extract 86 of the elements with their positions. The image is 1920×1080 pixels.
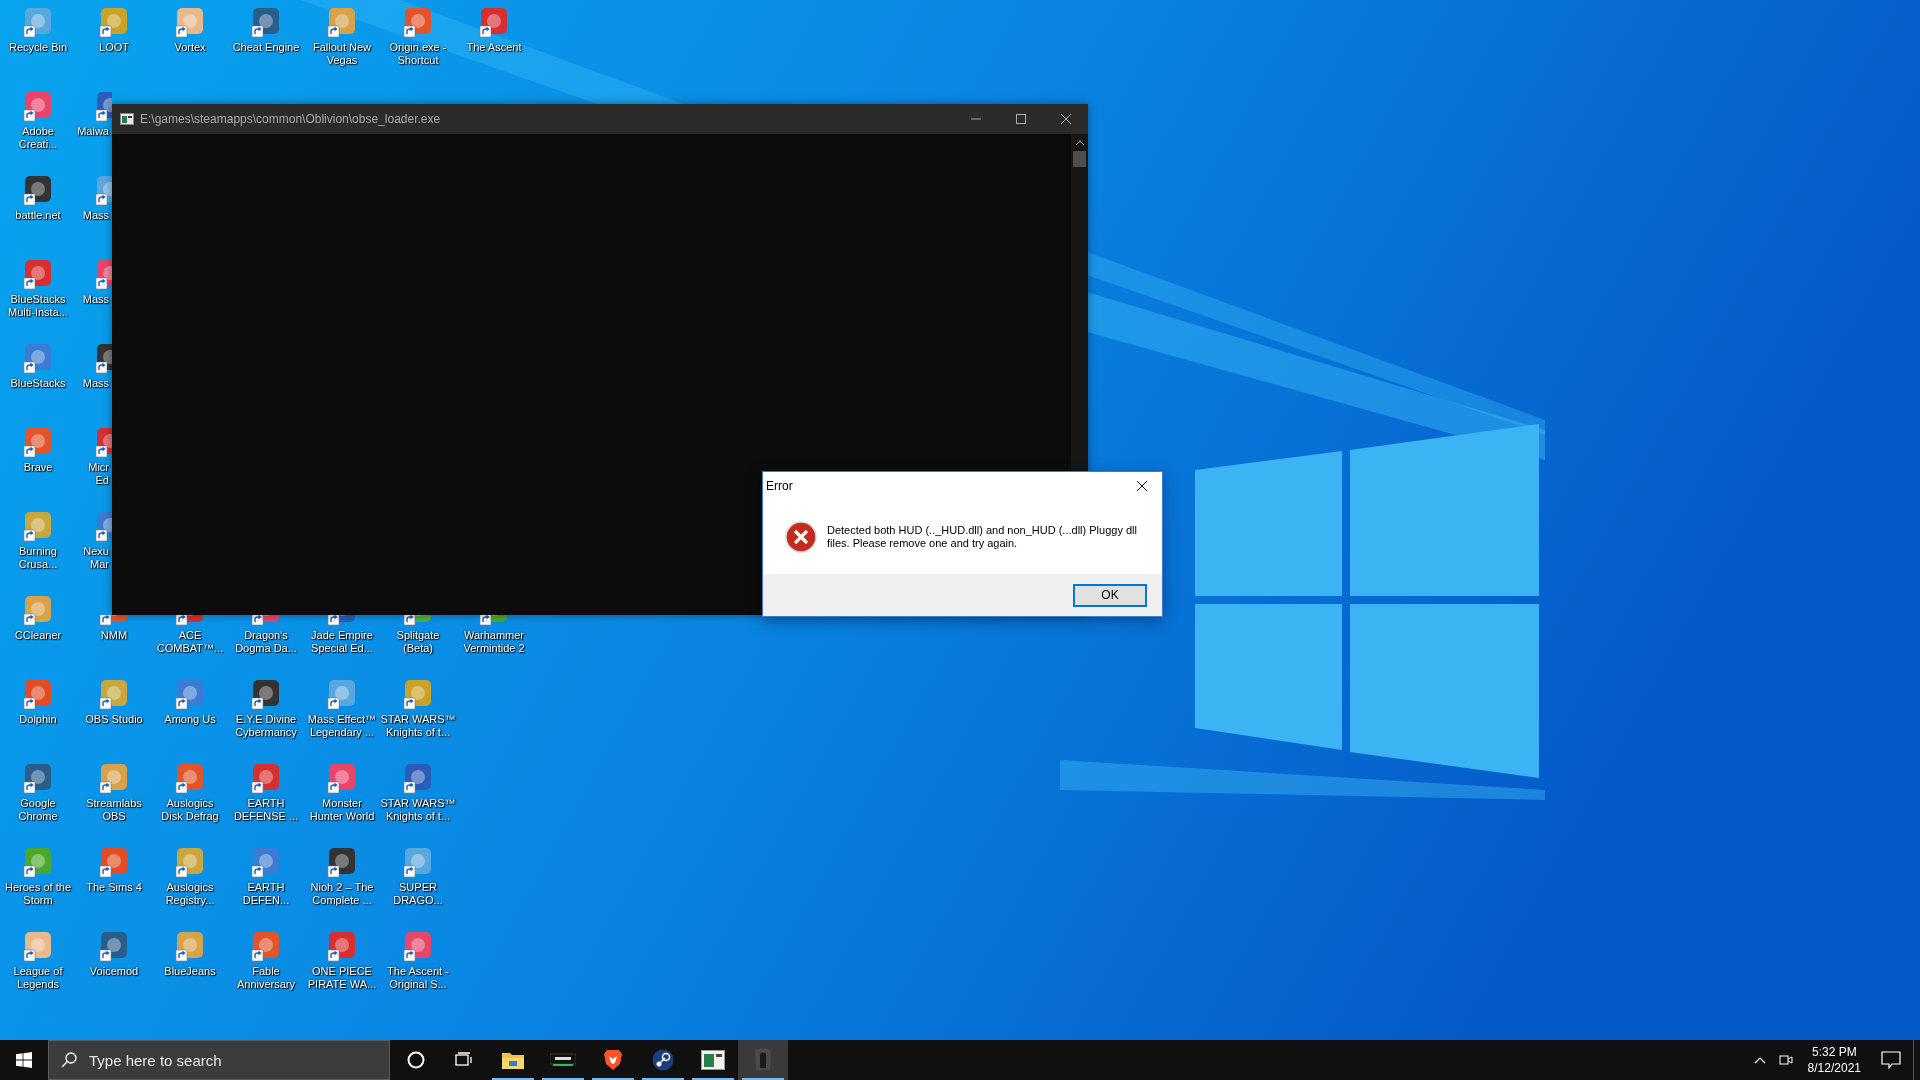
icon-label[interactable]: The Ascent [466, 41, 522, 54]
steam-icon [652, 1049, 674, 1071]
icon-label[interactable]: Among Us [164, 713, 216, 726]
icon-label[interactable]: STAR WARS™ Knights of t... [380, 713, 456, 739]
app-icon[interactable] [250, 678, 282, 710]
console-icon [120, 113, 134, 125]
icon-label[interactable]: Fable Anniversary [236, 965, 296, 991]
clock[interactable]: 5:32 PM 8/12/2021 [1799, 1040, 1869, 1080]
icon-label[interactable]: Brave [23, 461, 53, 474]
icon-label[interactable]: Nexu Mar [76, 545, 109, 571]
scroll-thumb[interactable] [1073, 151, 1086, 167]
maximize-icon [1015, 114, 1026, 124]
icon-label[interactable]: Mass [76, 209, 109, 222]
icon-label[interactable]: Origin.exe - Shortcut [389, 41, 447, 67]
app-icon[interactable] [94, 90, 112, 122]
icon-label[interactable]: Mass [76, 377, 109, 390]
folder-icon [501, 1050, 525, 1070]
app-icon [550, 1051, 576, 1069]
dialog-title: Error [766, 479, 794, 493]
window-title: E:\games\steamapps\common\Oblivion\obse_loader.exe [140, 112, 442, 126]
icon-label[interactable]: The Ascent - Original S... [387, 965, 449, 991]
icon-label[interactable]: EARTH DEFENSE ... [233, 797, 299, 823]
close-icon [1060, 114, 1071, 124]
clock-time: 5:32 PM [1811, 1045, 1857, 1059]
icon-label[interactable]: The Sims 4 [86, 881, 142, 894]
icon-label[interactable]: Voicemod [89, 965, 139, 978]
clock-date: 8/12/2021 [1807, 1061, 1861, 1075]
scroll-up-icon[interactable] [1075, 140, 1084, 145]
app-icon[interactable] [94, 342, 112, 374]
task-view-icon [455, 1052, 473, 1068]
icon-label[interactable]: Micr Ed [76, 461, 109, 487]
icon-label[interactable]: OBS Studio [85, 713, 143, 726]
error-message: Detected both HUD (.._HUD.dll) and non_HUD (...dll) Pluggy dll files. Please remove one and try again. [827, 524, 1138, 550]
icon-label[interactable]: NMM [100, 629, 128, 642]
icon-label[interactable]: Malwa [76, 125, 109, 138]
app-icon[interactable] [94, 426, 112, 458]
icon-label[interactable]: Mass [76, 293, 109, 306]
icon-label[interactable]: Vortex [174, 41, 206, 54]
icon-label[interactable]: Dolphin [19, 713, 57, 726]
icon-label[interactable]: Auslogics Registry... [165, 881, 215, 907]
icon-label[interactable]: Monster Hunter World [309, 797, 375, 823]
icon-label[interactable]: League of Legends [13, 965, 63, 991]
icon-label[interactable]: Mass Effect™ Legendary ... [307, 713, 377, 739]
icon-label[interactable]: Cheat Engine [232, 41, 300, 54]
icon-label[interactable]: Splitgate (Beta) [396, 629, 440, 655]
lion-icon [603, 1049, 623, 1071]
window-icon [701, 1050, 725, 1070]
search-field[interactable]: Type here to search [48, 1040, 390, 1080]
icon-label[interactable]: Fallout New Vegas [312, 41, 372, 67]
gate-icon [753, 1048, 773, 1072]
app-icon[interactable] [98, 930, 130, 962]
circle-icon [407, 1051, 425, 1069]
icon-label[interactable]: Google Chrome [18, 797, 58, 823]
icon-label[interactable]: CCleaner [14, 629, 62, 642]
icon-label[interactable]: Streamlabs OBS [86, 797, 142, 823]
icon-label[interactable]: BlueStacks [10, 377, 66, 390]
taskbar-app-button[interactable] [738, 1040, 788, 1080]
app-icon[interactable] [402, 762, 434, 794]
icon-label[interactable]: battle.net [15, 209, 61, 222]
icon-label[interactable]: LOOT [99, 41, 129, 54]
icon-label[interactable]: Burning Crusa... [18, 545, 58, 571]
windows-logo-icon [16, 1052, 32, 1068]
icon-label[interactable]: Heroes of the Storm [4, 881, 71, 907]
ok-button[interactable]: OK [1073, 583, 1147, 607]
icon-label[interactable]: BlueStacks Multi-Insta... [8, 293, 68, 319]
icon-label[interactable]: Nioh 2 – The Complete ... [310, 881, 374, 907]
app-icon[interactable] [22, 174, 54, 206]
icon-label[interactable]: ACE COMBAT™... [156, 629, 224, 655]
close-icon [1137, 481, 1147, 491]
icon-label[interactable]: Jade Empire Special Ed... [311, 629, 373, 655]
icon-label[interactable]: Recycle Bin [8, 41, 68, 54]
icon-label[interactable]: E.Y.E Divine Cybermancy [235, 713, 297, 739]
icon-label[interactable]: Auslogics Disk Defrag [161, 797, 219, 823]
icon-label[interactable]: ONE PIECE PIRATE WA... [307, 965, 377, 991]
app-icon[interactable] [250, 6, 282, 38]
icon-label[interactable]: STAR WARS™ Knights of t... [380, 797, 456, 823]
app-icon[interactable] [326, 846, 358, 878]
icon-label[interactable]: Warhammer Vermintide 2 [463, 629, 525, 655]
error-icon [785, 521, 817, 553]
icon-label[interactable]: BlueJeans [164, 965, 216, 978]
icon-label[interactable]: Adobe Creati... [18, 125, 58, 151]
icon-label[interactable]: EARTH DEFEN... [242, 881, 290, 907]
app-icon[interactable] [22, 762, 54, 794]
icon-label[interactable]: Dragon's Dogma Da... [235, 629, 297, 655]
search-icon [61, 1052, 77, 1068]
icon-label[interactable]: SUPER DRAGO... [393, 881, 443, 907]
